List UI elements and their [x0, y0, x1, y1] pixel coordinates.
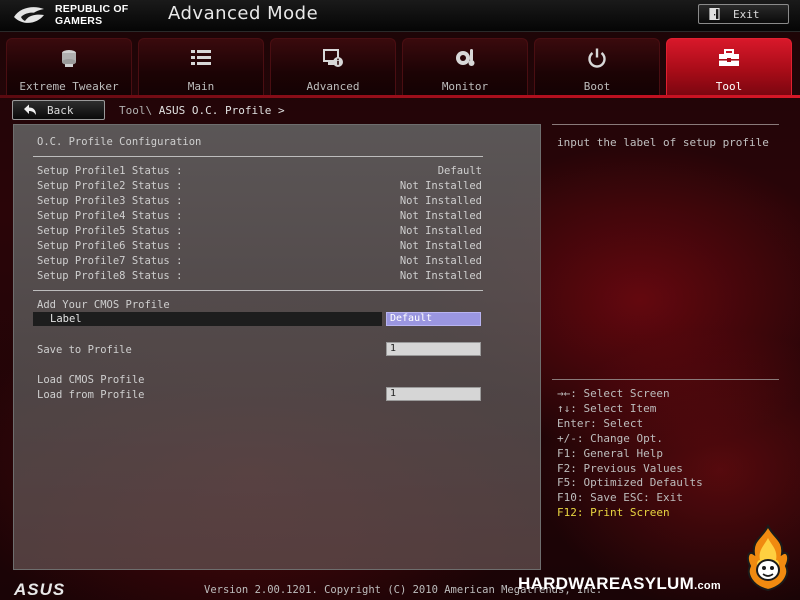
key-hint: +/-: Change Opt. [557, 431, 663, 445]
exit-door-icon [709, 8, 720, 20]
key-hint-print-screen: F12: Print Screen [557, 506, 670, 520]
breadcrumb: Tool\ ASUS O.C. Profile > [119, 104, 285, 117]
load-from-profile-label: Load from Profile [37, 389, 145, 401]
key-hint: →←: Select Screen [557, 387, 670, 400]
key-hint: F1: General Help [557, 446, 663, 460]
tab-label: Boot [583, 80, 611, 93]
help-divider-keys [552, 379, 779, 380]
thermometer-gear-icon [456, 49, 475, 66]
mode-title: Advanced Mode [168, 3, 319, 24]
section-divider [33, 290, 483, 291]
rog-eye-logo [14, 7, 44, 23]
tab-underline [0, 95, 800, 98]
list-icon [191, 50, 211, 65]
advanced-settings-icon [323, 49, 343, 67]
section-divider [33, 156, 483, 157]
brand-name: REPUBLIC OF GAMERS [55, 3, 129, 27]
tab-main[interactable]: Main [138, 38, 264, 96]
tab-advanced[interactable]: Advanced [270, 38, 396, 96]
back-arrow-icon [24, 104, 36, 115]
profile-status-row: Setup Profile8 Status : Not Installed [37, 270, 482, 282]
power-icon [588, 48, 606, 68]
profile-label-input[interactable]: Default [386, 312, 481, 326]
tab-label: Tool [715, 80, 743, 93]
profile-status-row: Setup Profile2 Status : Not Installed [37, 180, 482, 192]
back-label: Back [47, 103, 74, 117]
help-description: input the label of setup profile [557, 136, 769, 149]
tab-monitor[interactable]: Monitor [402, 38, 528, 96]
key-hint: F2: Previous Values [557, 461, 683, 475]
breadcrumb-current: ASUS O.C. Profile > [158, 104, 285, 117]
key-hint: Enter: Select [557, 416, 644, 430]
profile-status-row: Setup Profile7 Status : Not Installed [37, 255, 482, 267]
tab-boot[interactable]: Boot [534, 38, 660, 96]
main-tabs: Extreme Tweaker Main Advanced Monitor Bo… [0, 38, 800, 96]
profile-status-row: Setup Profile3 Status : Not Installed [37, 195, 482, 207]
key-hint: ↑↓: Select Item [557, 401, 657, 415]
flame-mascot-icon [746, 524, 790, 592]
tab-label: Main [187, 80, 215, 93]
toolbox-icon [719, 49, 739, 66]
load-profile-heading: Load CMOS Profile [37, 374, 145, 386]
save-to-profile-input[interactable]: 1 [386, 342, 481, 356]
key-hint: F5: Optimized Defaults [557, 476, 703, 490]
label-setting-label: Label [50, 313, 82, 325]
top-bar: REPUBLIC OF GAMERS Advanced Mode Exit [0, 0, 800, 32]
breadcrumb-path[interactable]: Tool\ [119, 104, 152, 117]
save-to-profile-label: Save to Profile [37, 344, 132, 356]
label-setting-row[interactable]: Label [33, 312, 382, 326]
exit-label: Exit [733, 7, 760, 21]
site-watermark: HARDWAREASYLUM.com [518, 574, 721, 593]
tab-label: Monitor [441, 80, 489, 93]
load-from-profile-input[interactable]: 1 [386, 387, 481, 401]
profile-status-row: Setup Profile5 Status : Not Installed [37, 225, 482, 237]
back-button[interactable]: Back [12, 100, 105, 120]
help-divider-top [552, 124, 779, 125]
settings-panel: O.C. Profile Configuration Setup Profile… [13, 124, 541, 570]
asus-logo: ASUS [14, 580, 66, 599]
key-legend: →←: Select Screen ↑↓: Select Item Enter:… [557, 387, 703, 521]
profile-status-row: Setup Profile6 Status : Not Installed [37, 240, 482, 252]
tab-extreme-tweaker[interactable]: Extreme Tweaker [6, 38, 132, 96]
exit-button[interactable]: Exit [698, 4, 789, 24]
tab-tool[interactable]: Tool [666, 38, 792, 96]
add-profile-heading: Add Your CMOS Profile [37, 299, 170, 311]
tab-label: Extreme Tweaker [19, 80, 119, 93]
profile-status-row: Setup Profile4 Status : Not Installed [37, 210, 482, 222]
tab-label: Advanced [306, 80, 360, 93]
profile-status-row: Setup Profile1 Status : Default [37, 165, 482, 177]
key-hint: F10: Save ESC: Exit [557, 491, 683, 505]
section-title: O.C. Profile Configuration [37, 136, 202, 148]
extreme-tweaker-icon [62, 50, 76, 67]
